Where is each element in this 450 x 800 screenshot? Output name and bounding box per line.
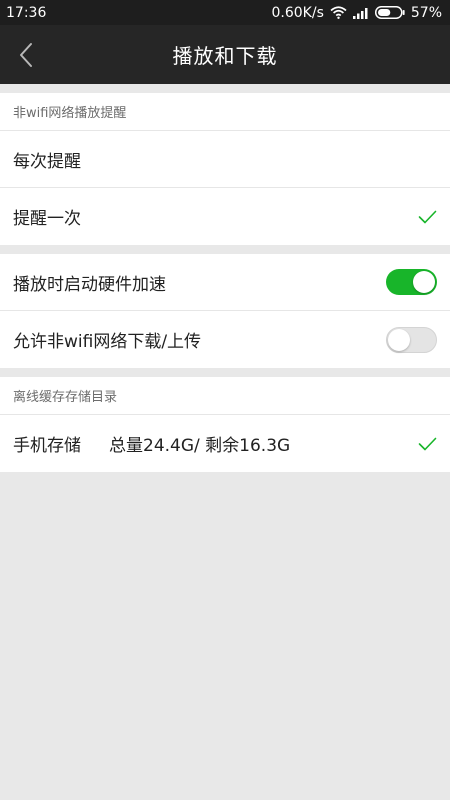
non-wifi-download-toggle[interactable]	[386, 326, 437, 353]
option-label: 每次提醒	[13, 151, 81, 172]
battery-percent: 57%	[410, 4, 442, 21]
back-button[interactable]	[8, 25, 44, 84]
title-bar: 播放和下载	[0, 25, 450, 84]
network-speed: 0.60K/s	[271, 4, 324, 21]
signal-icon	[352, 7, 369, 19]
status-time: 17:36	[6, 4, 47, 21]
storage-label: 手机存储	[13, 436, 81, 456]
non-wifi-download-label: 允许非wifi网络下载/上传	[13, 332, 202, 352]
toggle-knob	[388, 328, 410, 351]
toggle-knob	[413, 271, 435, 293]
section-gap	[0, 84, 450, 93]
checkmark-icon	[415, 433, 437, 455]
storage-capacity: 总量24.4G/ 剩余16.3G	[109, 436, 291, 456]
checkmark-icon	[415, 206, 437, 228]
status-bar: 17:36 0.60K/s 57%	[0, 0, 450, 25]
battery-icon	[374, 6, 405, 19]
chevron-left-icon	[20, 42, 32, 67]
non-wifi-reminder-section: 非wifi网络播放提醒 每次提醒 提醒一次	[0, 93, 450, 245]
section-header-offline-cache: 离线缓存存储目录	[0, 377, 450, 415]
page-title: 播放和下载	[172, 44, 278, 68]
hardware-acceleration-toggle[interactable]	[386, 269, 437, 295]
offline-cache-section: 离线缓存存储目录 手机存储 总量24.4G/ 剩余16.3G	[0, 377, 450, 472]
section-header-non-wifi: 非wifi网络播放提醒	[0, 93, 450, 131]
hardware-acceleration-row: 播放时启动硬件加速	[0, 254, 450, 311]
wifi-icon	[330, 6, 347, 19]
section-gap	[0, 368, 450, 377]
reminder-option-once[interactable]: 提醒一次	[0, 188, 450, 245]
section-gap	[0, 245, 450, 254]
non-wifi-download-row: 允许非wifi网络下载/上传	[0, 311, 450, 368]
reminder-option-every-time[interactable]: 每次提醒	[0, 131, 450, 188]
phone-storage-option[interactable]: 手机存储 总量24.4G/ 剩余16.3G	[0, 415, 450, 472]
hardware-acceleration-label: 播放时启动硬件加速	[13, 274, 166, 295]
status-indicators: 0.60K/s 57%	[272, 5, 443, 21]
option-label: 提醒一次	[13, 209, 81, 229]
toggles-section: 播放时启动硬件加速 允许非wifi网络下载/上传	[0, 254, 450, 368]
storage-info-group: 手机存储 总量24.4G/ 剩余16.3G	[13, 431, 290, 456]
